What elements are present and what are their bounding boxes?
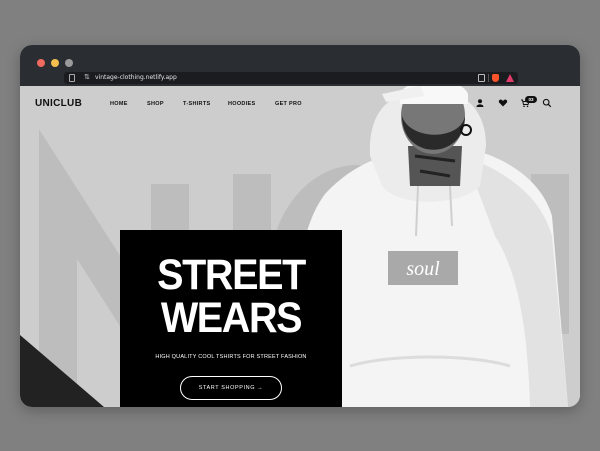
url-text[interactable]: vintage-clothing.netlify.app — [95, 73, 177, 83]
site-settings-icon[interactable]: ⇅ — [84, 74, 90, 82]
hero-title-line2: WEARS — [160, 294, 303, 342]
maximize-window-button[interactable] — [65, 59, 73, 67]
hero-title: STREET WEARS — [129, 254, 333, 340]
browser-window: ⇅ vintage-clothing.netlify.app UNICLUB H… — [20, 45, 580, 407]
hero-card: STREET WEARS HIGH QUALITY COOL TSHIRTS F… — [120, 230, 342, 407]
brave-rewards-icon[interactable] — [506, 74, 514, 82]
corner-decoration — [20, 335, 104, 407]
web-page: UNICLUB HOME SHOP T-SHIRTS HOODIES GET P… — [20, 86, 580, 407]
browser-chrome: ⇅ vintage-clothing.netlify.app — [20, 45, 580, 86]
start-shopping-button[interactable]: START SHOPPING → — [180, 376, 282, 400]
brave-shield-icon[interactable] — [492, 74, 499, 82]
bookmark-icon[interactable] — [69, 74, 75, 82]
site-logo[interactable]: UNICLUB — [35, 98, 82, 109]
user-icon[interactable] — [475, 98, 485, 108]
hero-title-line1: STREET — [157, 251, 306, 299]
hoodie-print-text: soul — [406, 258, 440, 280]
heart-icon[interactable] — [498, 98, 508, 108]
hero-subtitle: HIGH QUALITY COOL TSHIRTS FOR STREET FAS… — [155, 354, 307, 360]
cart-count-badge: 03 — [525, 96, 537, 103]
toolbar-divider — [488, 74, 489, 82]
nav-shop[interactable]: SHOP — [147, 101, 164, 107]
share-icon[interactable] — [478, 74, 485, 82]
close-window-button[interactable] — [37, 59, 45, 67]
nav-tshirts[interactable]: T-SHIRTS — [183, 101, 210, 107]
nav-home[interactable]: HOME — [110, 101, 128, 107]
minimize-window-button[interactable] — [51, 59, 59, 67]
search-icon[interactable] — [542, 98, 552, 108]
nav-hoodies[interactable]: HOODIES — [228, 101, 255, 107]
